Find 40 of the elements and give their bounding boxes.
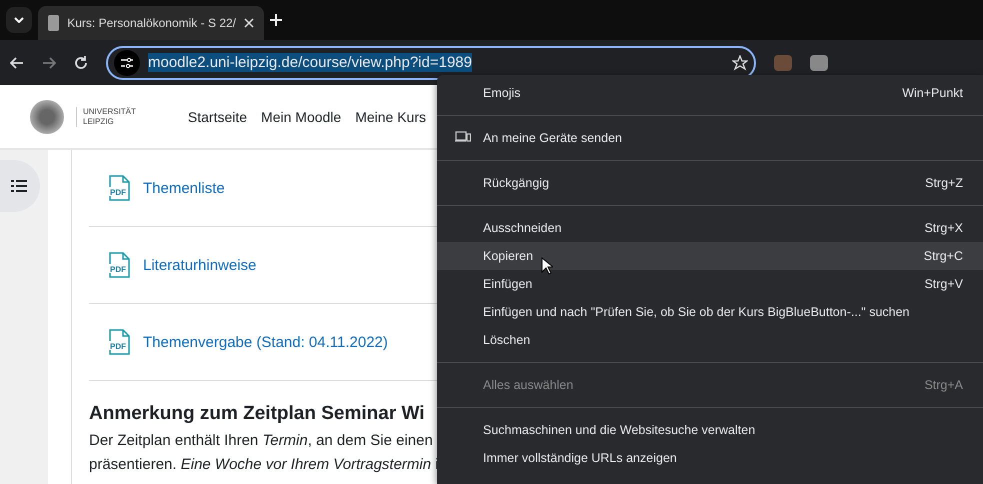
devices-icon [455, 131, 471, 143]
chevron-down-icon [14, 17, 24, 23]
star-icon[interactable] [732, 54, 748, 70]
menu-item[interactable]: Einfügen und nach "Prüfen Sie, ob Sie ob der Kurs BigBlueButton-..." suchen [437, 298, 983, 326]
nav-link[interactable]: Mein Moodle [261, 108, 342, 124]
browser-tab[interactable]: Kurs: Personalökonomik - S 22/ [38, 6, 264, 40]
tab-list-button[interactable] [6, 7, 32, 33]
close-icon[interactable] [244, 18, 254, 28]
list-icon [11, 180, 27, 192]
pdf-file-icon: PDF [109, 251, 131, 279]
logo-text: UNIVERSITÄT LEIPZIG [76, 106, 136, 126]
menu-item[interactable]: Kopieren Strg+C [437, 242, 983, 270]
university-seal-icon [30, 100, 64, 134]
menu-item[interactable]: Ausschneiden Strg+X [437, 214, 983, 242]
favicon-icon [48, 15, 60, 31]
mouse-pointer-icon [541, 257, 553, 275]
pdf-file-icon: PDF [109, 328, 131, 356]
nav-link[interactable]: Meine Kurs [355, 108, 426, 124]
menu-item[interactable]: Rückgängig Strg+Z [437, 169, 983, 197]
nav-link[interactable]: Startseite [188, 108, 248, 124]
back-arrow-icon[interactable] [10, 56, 24, 68]
file-link[interactable]: Themenliste [143, 180, 225, 196]
extension-icon[interactable] [810, 54, 828, 70]
address-field[interactable]: moodle2.uni-leipzig.de/course/view.php?id=1989 [148, 53, 472, 72]
menu-item[interactable]: Suchmaschinen und die Websitesuche verwalten [437, 416, 983, 444]
course-index-button[interactable] [0, 160, 40, 212]
menu-item[interactable]: An meine Geräte senden [437, 124, 983, 152]
forward-arrow-icon[interactable] [42, 56, 56, 68]
menu-item[interactable]: Einfügen Strg+V [437, 270, 983, 298]
new-tab-button[interactable] [270, 14, 282, 26]
menu-item[interactable]: Löschen [437, 326, 983, 354]
file-link[interactable]: Literaturhinweise [143, 256, 256, 274]
paragraph-line: Der Zeitplan enthält Ihren Termin, an dem Sie einen [89, 431, 433, 451]
pdf-file-icon: PDF [109, 174, 131, 202]
menu-item[interactable]: Emojis Win+Punkt [437, 79, 983, 107]
reload-icon[interactable] [74, 56, 88, 70]
file-link[interactable]: Themenvergabe (Stand: 04.11.2022) [143, 334, 388, 350]
menu-item[interactable]: Immer vollständige URLs anzeigen [437, 444, 983, 472]
section-heading: Anmerkung zum Zeitplan Seminar Wi [89, 403, 426, 425]
site-settings-icon[interactable] [114, 50, 140, 76]
